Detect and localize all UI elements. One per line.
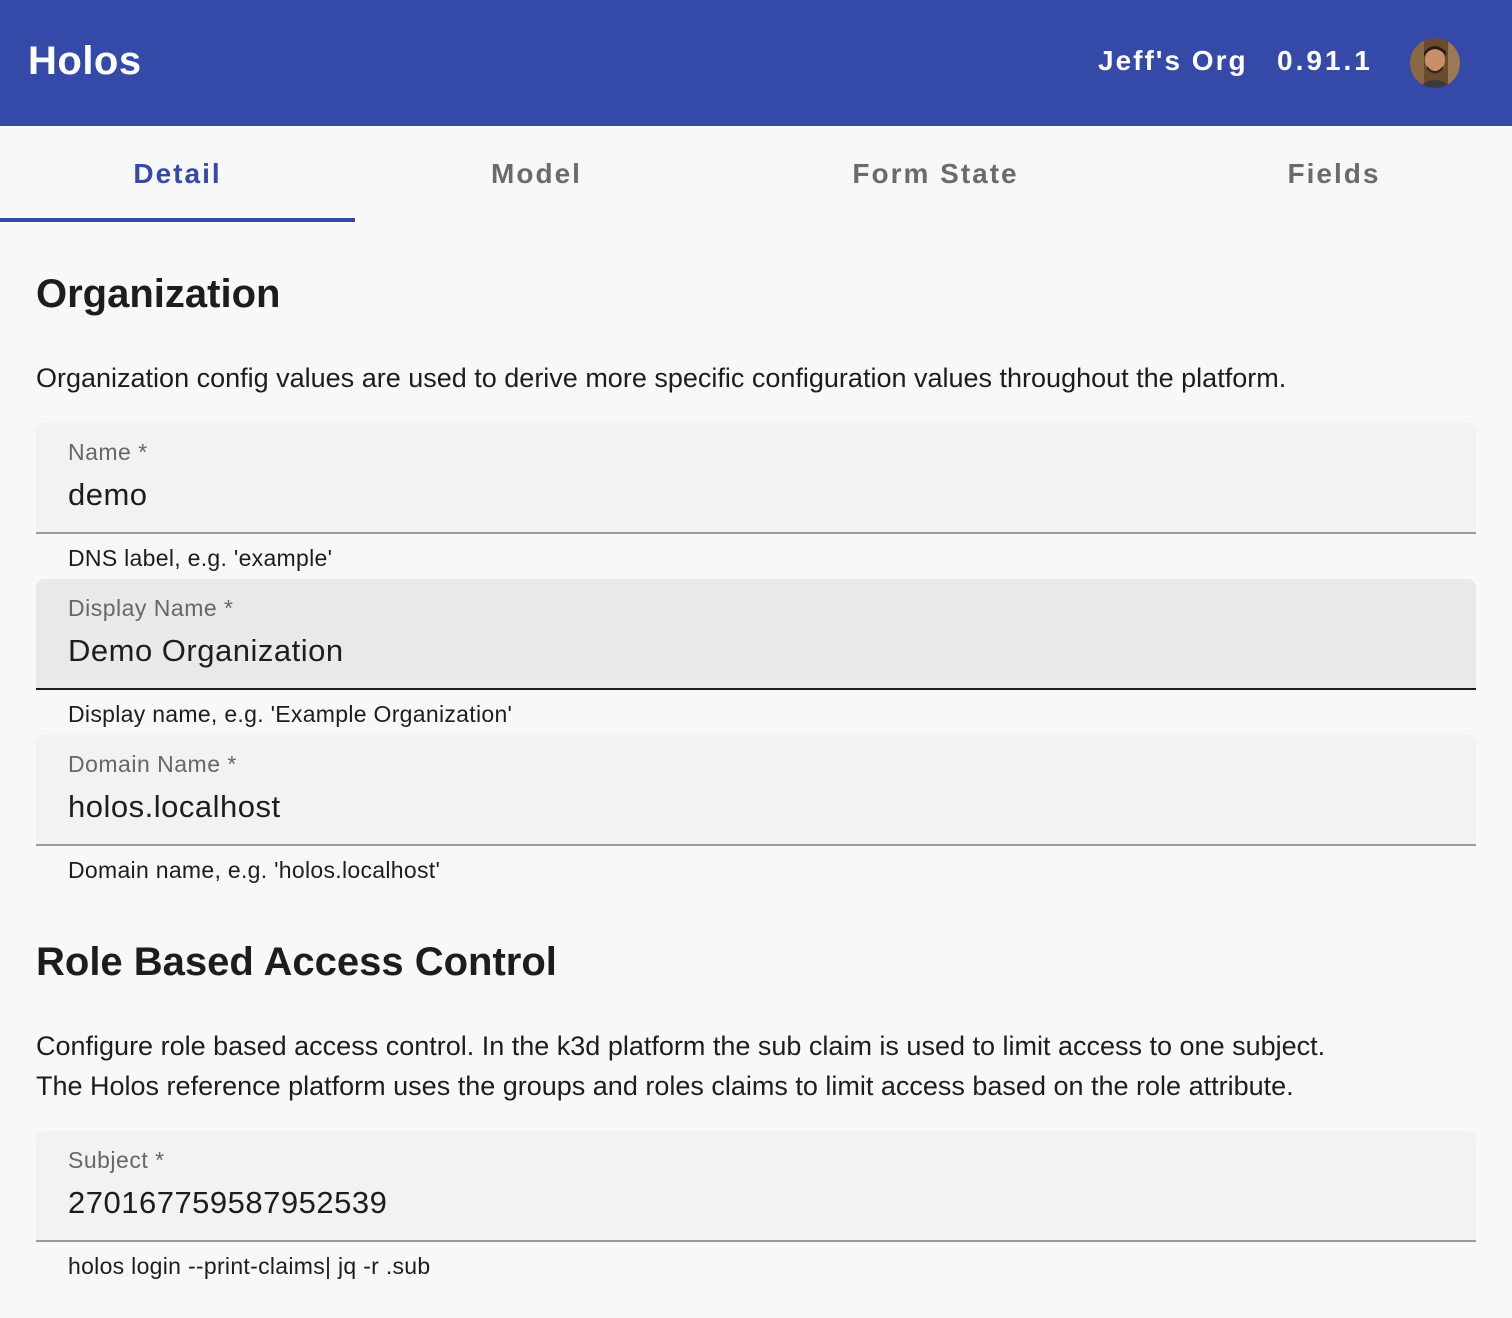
app-bar: Holos Jeff's Org 0.91.1 bbox=[0, 0, 1512, 126]
tab-fields[interactable]: Fields bbox=[1153, 126, 1512, 222]
rbac-description-line2: The Holos reference platform uses the gr… bbox=[36, 1071, 1294, 1101]
subject-field[interactable]: Subject * bbox=[36, 1131, 1476, 1242]
subject-field-hint: holos login --print-claims| jq -r .sub bbox=[68, 1253, 431, 1279]
user-avatar-icon[interactable] bbox=[1410, 38, 1460, 88]
subject-input[interactable] bbox=[68, 1183, 1438, 1223]
active-tab-indicator bbox=[0, 218, 355, 222]
tab-form-state[interactable]: Form State bbox=[718, 126, 1153, 222]
organization-heading: Organization bbox=[36, 272, 281, 316]
app-title[interactable]: Holos bbox=[28, 38, 142, 84]
tab-model[interactable]: Model bbox=[355, 126, 718, 222]
org-selector-button[interactable]: Jeff's Org bbox=[1086, 36, 1260, 86]
tab-bar: Detail Model Form State Fields bbox=[0, 126, 1512, 222]
name-input[interactable] bbox=[68, 475, 1438, 515]
display-name-field[interactable]: Display Name * bbox=[36, 579, 1476, 690]
display-name-field-hint: Display name, e.g. 'Example Organization… bbox=[68, 701, 513, 727]
domain-name-field[interactable]: Domain Name * bbox=[36, 735, 1476, 846]
name-field-label: Name * bbox=[68, 439, 148, 465]
domain-name-field-label: Domain Name * bbox=[68, 751, 237, 777]
domain-name-input[interactable] bbox=[68, 787, 1438, 827]
rbac-heading: Role Based Access Control bbox=[36, 940, 557, 984]
name-field[interactable]: Name * bbox=[36, 423, 1476, 534]
organization-description: Organization config values are used to d… bbox=[36, 363, 1287, 393]
display-name-input[interactable] bbox=[68, 631, 1438, 671]
rbac-description-line1: Configure role based access control. In … bbox=[36, 1031, 1326, 1061]
domain-name-field-hint: Domain name, e.g. 'holos.localhost' bbox=[68, 857, 441, 883]
name-field-hint: DNS label, e.g. 'example' bbox=[68, 545, 333, 571]
subject-field-label: Subject * bbox=[68, 1147, 165, 1173]
tab-detail[interactable]: Detail bbox=[0, 126, 355, 222]
display-name-field-label: Display Name * bbox=[68, 595, 234, 621]
version-label: 0.91.1 bbox=[1277, 45, 1373, 76]
